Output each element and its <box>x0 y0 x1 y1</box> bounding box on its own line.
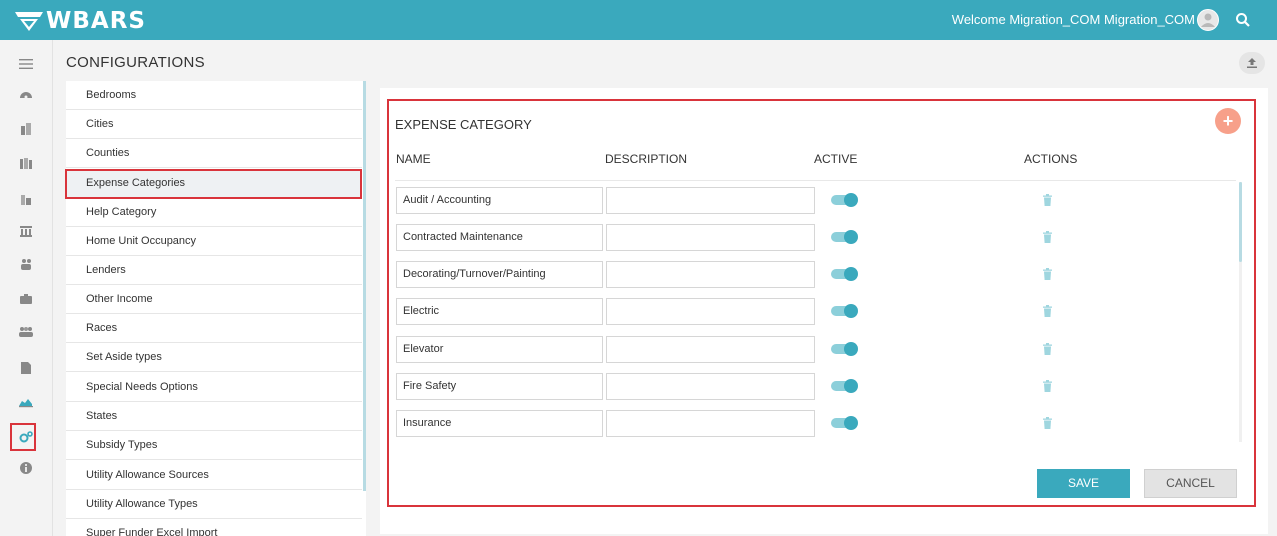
config-item-utility-allowance-types[interactable]: Utility Allowance Types <box>66 490 362 519</box>
config-item-set-aside-types[interactable]: Set Aside types <box>66 343 362 372</box>
config-item-utility-allowance-sources[interactable]: Utility Allowance Sources <box>66 461 362 490</box>
category-name-field[interactable]: Contracted Maintenance <box>396 224 603 251</box>
column-header-actions: ACTIONS <box>1024 152 1078 166</box>
active-toggle[interactable] <box>829 416 859 430</box>
app-logo[interactable]: WBARS <box>14 8 146 34</box>
trash-icon <box>1043 305 1052 317</box>
config-item-other-income[interactable]: Other Income <box>66 285 362 314</box>
category-description-field[interactable] <box>606 336 815 363</box>
trash-icon <box>1043 380 1052 392</box>
logo-mark-icon <box>15 12 43 31</box>
config-item-bedrooms[interactable]: Bedrooms <box>66 81 362 110</box>
category-name-field[interactable]: Insurance <box>396 410 603 437</box>
category-description-field[interactable] <box>606 410 815 437</box>
group-icon[interactable] <box>16 322 36 342</box>
category-name-field[interactable]: Electric <box>396 298 603 325</box>
document-icon[interactable] <box>16 358 36 378</box>
config-item-races[interactable]: Races <box>66 314 362 343</box>
table-scrollbar[interactable] <box>1239 182 1242 262</box>
delete-button[interactable] <box>1042 194 1053 206</box>
city-icon[interactable] <box>16 189 36 209</box>
column-header-description: DESCRIPTION <box>605 152 688 166</box>
active-toggle[interactable] <box>829 267 859 281</box>
save-button[interactable]: SAVE <box>1037 469 1130 498</box>
delete-button[interactable] <box>1042 305 1053 317</box>
menu-icon[interactable] <box>16 54 36 74</box>
active-toggle[interactable] <box>829 230 859 244</box>
building-icon[interactable] <box>16 119 36 139</box>
category-description-field[interactable] <box>606 298 815 325</box>
configurations-list: Bedrooms Cities Counties Expense Categor… <box>66 81 366 536</box>
trash-icon <box>1043 343 1052 355</box>
delete-button[interactable] <box>1042 417 1053 429</box>
trash-icon <box>1043 268 1052 280</box>
selected-config-highlight <box>65 169 362 199</box>
delete-button[interactable] <box>1042 231 1053 243</box>
section-title: EXPENSE CATEGORY <box>395 117 532 132</box>
header-divider <box>395 180 1236 181</box>
trash-icon <box>1043 417 1052 429</box>
config-item-counties[interactable]: Counties <box>66 139 362 168</box>
column-header-active: ACTIVE <box>814 152 858 166</box>
config-item-lenders[interactable]: Lenders <box>66 256 362 285</box>
category-name-field[interactable]: Audit / Accounting <box>396 187 603 214</box>
category-description-field[interactable] <box>606 187 815 214</box>
active-toggle[interactable] <box>829 379 859 393</box>
user-avatar[interactable] <box>1197 9 1219 31</box>
delete-button[interactable] <box>1042 268 1053 280</box>
config-item-help-category[interactable]: Help Category <box>66 198 362 227</box>
category-name-field[interactable]: Decorating/Turnover/Painting <box>396 261 603 288</box>
user-icon <box>1201 13 1215 27</box>
config-item-special-needs-options[interactable]: Special Needs Options <box>66 373 362 402</box>
category-description-field[interactable] <box>606 261 815 288</box>
config-item-subsidy-types[interactable]: Subsidy Types <box>66 431 362 460</box>
page-title: CONFIGURATIONS <box>66 54 205 71</box>
config-list-scrollbar[interactable] <box>363 81 366 491</box>
active-toggle[interactable] <box>829 304 859 318</box>
chart-icon[interactable] <box>16 392 36 412</box>
config-item-super-funder-excel-import[interactable]: Super Funder Excel Import <box>66 519 362 536</box>
active-toggle[interactable] <box>829 342 859 356</box>
info-icon[interactable] <box>16 458 36 478</box>
cancel-button[interactable]: CANCEL <box>1144 469 1237 498</box>
category-description-field[interactable] <box>606 224 815 251</box>
welcome-text: Welcome Migration_COM Migration_COM <box>951 12 1195 27</box>
top-bar: WBARS Welcome Migration_COM Migration_CO… <box>0 0 1277 40</box>
search-button[interactable] <box>1233 10 1253 30</box>
dashboard-icon[interactable] <box>16 84 36 104</box>
config-item-home-unit-occupancy[interactable]: Home Unit Occupancy <box>66 227 362 256</box>
category-name-field[interactable]: Fire Safety <box>396 373 603 400</box>
upload-button[interactable] <box>1239 52 1265 74</box>
delete-button[interactable] <box>1042 380 1053 392</box>
rail-active-indicator <box>10 423 36 451</box>
bank-icon[interactable] <box>16 221 36 241</box>
trash-icon <box>1043 231 1052 243</box>
category-description-field[interactable] <box>606 373 815 400</box>
people-icon[interactable] <box>16 254 36 274</box>
column-header-name: NAME <box>396 152 431 166</box>
buildings-icon[interactable] <box>16 153 36 173</box>
upload-icon <box>1247 58 1257 68</box>
add-expense-category-button[interactable]: + <box>1215 108 1241 134</box>
category-name-field[interactable]: Elevator <box>396 336 603 363</box>
search-icon <box>1236 13 1250 27</box>
delete-button[interactable] <box>1042 343 1053 355</box>
trash-icon <box>1043 194 1052 206</box>
brand-name: WBARS <box>46 8 146 34</box>
active-toggle[interactable] <box>829 193 859 207</box>
config-item-cities[interactable]: Cities <box>66 110 362 139</box>
config-item-states[interactable]: States <box>66 402 362 431</box>
briefcase-icon[interactable] <box>16 289 36 309</box>
